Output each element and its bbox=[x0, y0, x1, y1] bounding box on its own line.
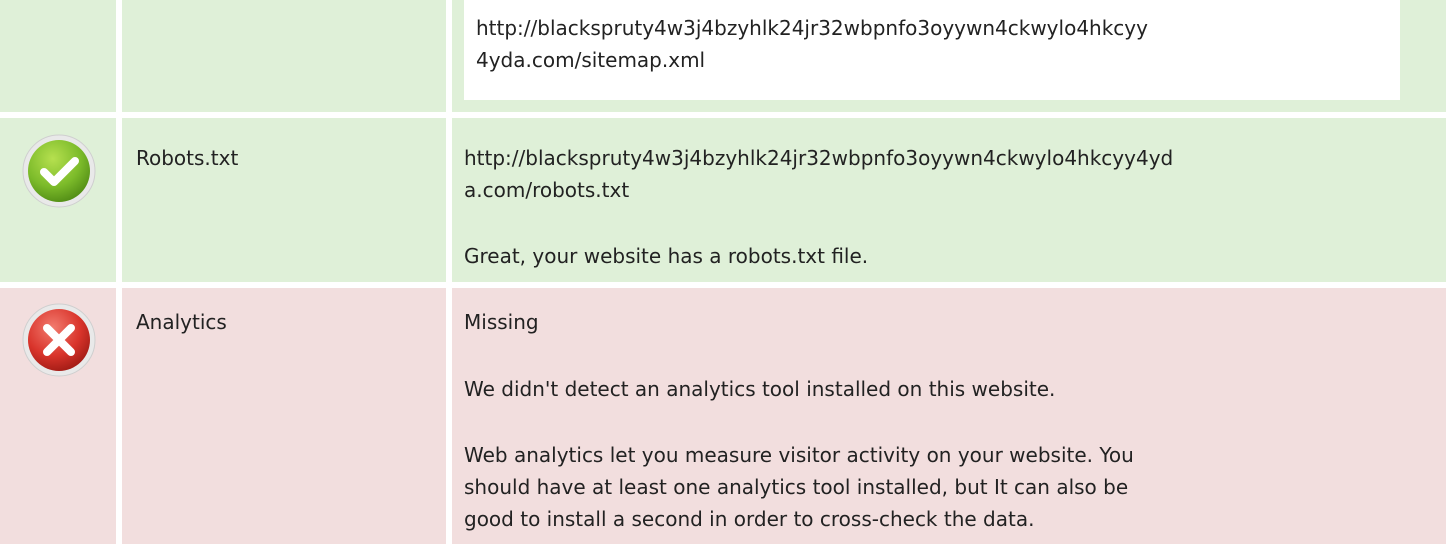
row-analytics-label-cell: Analytics bbox=[122, 288, 446, 544]
checkmark-circle-icon bbox=[22, 134, 96, 208]
analytics-details-line-2: should have at least one analytics tool … bbox=[464, 475, 1129, 499]
robots-url-line-1[interactable]: http://blackspruty4w3j4bzyhlk24jr32wbpnf… bbox=[464, 142, 1173, 174]
row-robots-value-cell: http://blackspruty4w3j4bzyhlk24jr32wbpnf… bbox=[452, 118, 1446, 282]
sitemap-url-line-2[interactable]: 4yda.com/sitemap.xml bbox=[476, 44, 705, 76]
seo-results-table: http://blackspruty4w3j4bzyhlk24jr32wbpnf… bbox=[0, 0, 1446, 544]
sitemap-url-box: http://blackspruty4w3j4bzyhlk24jr32wbpnf… bbox=[464, 0, 1400, 100]
analytics-details-line-3: good to install a second in order to cro… bbox=[464, 507, 1035, 531]
row-analytics-value-cell: Missing We didn't detect an analytics to… bbox=[452, 288, 1446, 544]
robots-label: Robots.txt bbox=[136, 146, 239, 170]
sitemap-url-line-1[interactable]: http://blackspruty4w3j4bzyhlk24jr32wbpnf… bbox=[476, 12, 1148, 44]
row-sitemap-value-cell: http://blackspruty4w3j4bzyhlk24jr32wbpnf… bbox=[452, 0, 1446, 112]
error-x-circle-icon bbox=[22, 303, 96, 377]
analytics-status: Missing bbox=[464, 310, 539, 334]
row-sitemap-icon-cell bbox=[0, 0, 116, 112]
robots-message: Great, your website has a robots.txt fil… bbox=[464, 244, 869, 268]
row-robots-icon-cell bbox=[0, 118, 116, 282]
row-analytics-icon-cell bbox=[0, 288, 116, 544]
analytics-message: We didn't detect an analytics tool insta… bbox=[464, 377, 1056, 401]
analytics-label: Analytics bbox=[136, 310, 227, 334]
row-sitemap-label-cell bbox=[122, 0, 446, 112]
robots-url-line-2[interactable]: a.com/robots.txt bbox=[464, 174, 629, 206]
analytics-details-line-1: Web analytics let you measure visitor ac… bbox=[464, 443, 1134, 467]
row-robots-label-cell: Robots.txt bbox=[122, 118, 446, 282]
